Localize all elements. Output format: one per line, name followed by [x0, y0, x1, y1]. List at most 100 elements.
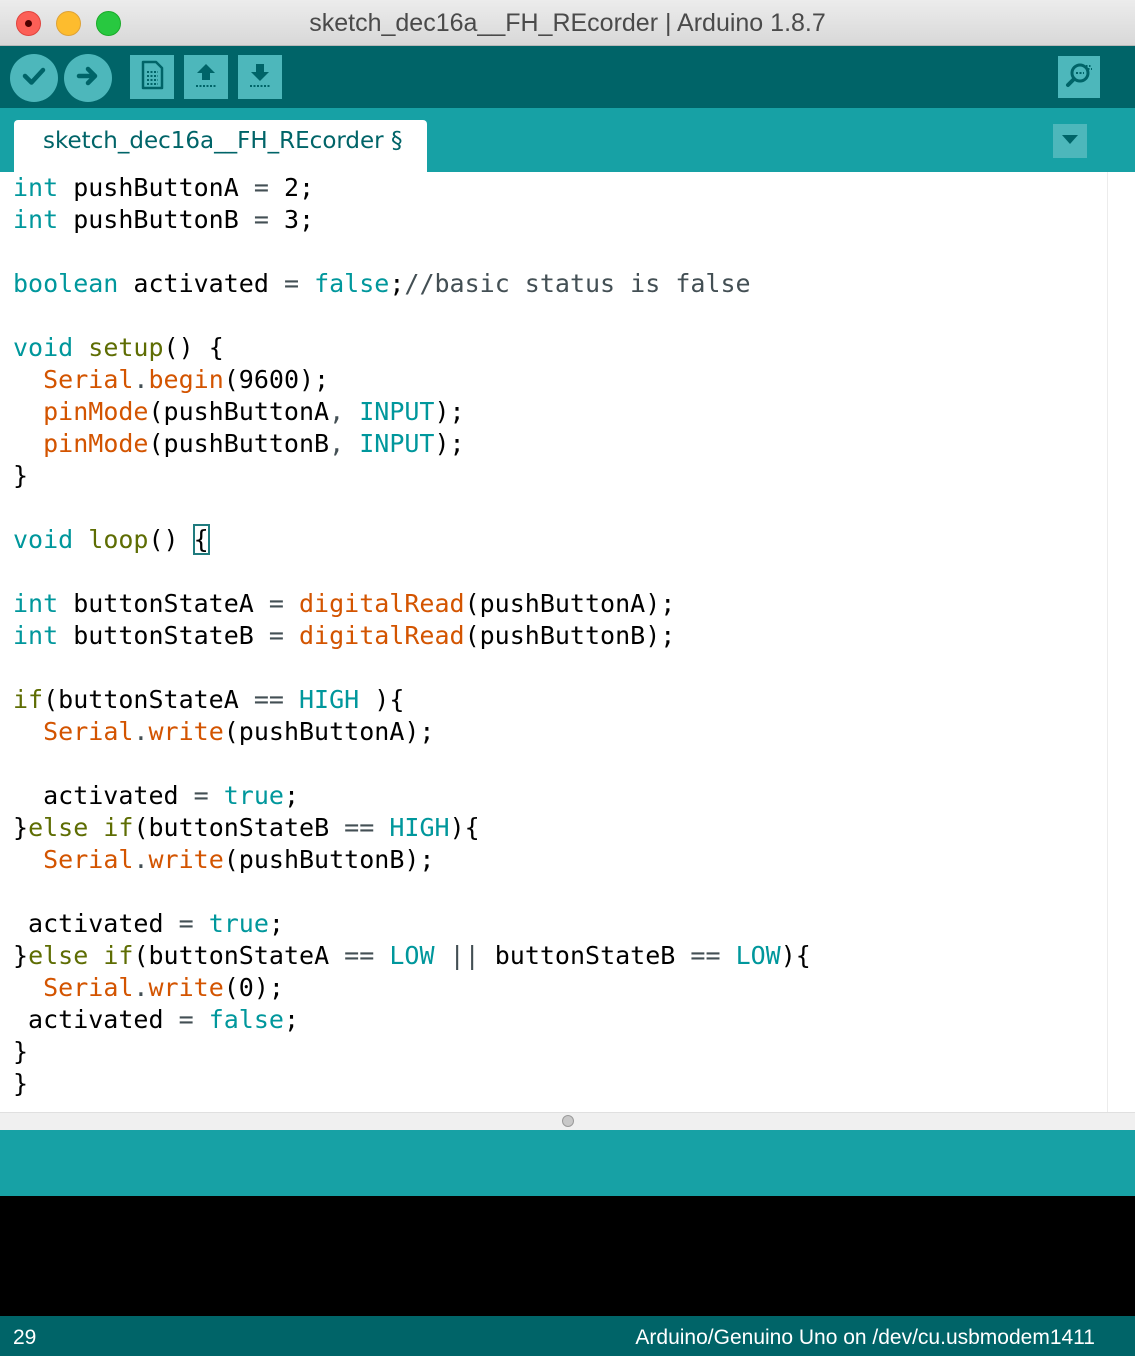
- code-line[interactable]: if(buttonStateA == HIGH ){: [13, 684, 811, 716]
- code-token-const: INPUT: [359, 429, 435, 458]
- code-token-default: [88, 813, 103, 842]
- code-line[interactable]: pinMode(pushButtonA, INPUT);: [13, 396, 811, 428]
- code-token-default: pushButtonA: [58, 173, 254, 202]
- code-token-bracket: {: [192, 524, 210, 555]
- code-token-default: [88, 941, 103, 970]
- code-token-lib: write: [148, 845, 224, 874]
- code-token-type: int: [13, 589, 59, 618]
- code-token-type: int: [13, 173, 59, 202]
- code-token-default: (pushButtonA: [148, 397, 330, 426]
- serial-monitor-button[interactable]: [1058, 56, 1100, 98]
- code-line[interactable]: Serial.write(pushButtonB);: [13, 844, 811, 876]
- code-token-default: }: [13, 813, 29, 842]
- code-token-default: );: [434, 397, 465, 426]
- new-file-icon: [139, 60, 165, 95]
- code-token-op: =: [193, 781, 209, 810]
- code-line[interactable]: activated = true;: [13, 908, 811, 940]
- code-line[interactable]: [13, 652, 811, 684]
- tab-bar: sketch_dec16a__FH_REcorder §: [0, 108, 1135, 172]
- code-token-default: [13, 397, 43, 426]
- code-line[interactable]: }: [13, 460, 811, 492]
- code-line[interactable]: void loop() {: [13, 524, 811, 556]
- code-token-default: (0);: [223, 973, 284, 1002]
- new-sketch-button[interactable]: [130, 55, 174, 99]
- code-line[interactable]: [13, 300, 811, 332]
- code-token-default: [194, 909, 209, 938]
- window-title: sketch_dec16a__FH_REcorder | Arduino 1.8…: [309, 9, 826, 37]
- verify-button[interactable]: [10, 54, 58, 102]
- code-line[interactable]: activated = false;: [13, 1004, 811, 1036]
- code-token-op: .: [133, 717, 149, 746]
- code-line[interactable]: [13, 492, 811, 524]
- code-line[interactable]: int pushButtonB = 3;: [13, 204, 811, 236]
- code-token-default: [435, 941, 450, 970]
- console-output[interactable]: [0, 1196, 1135, 1316]
- code-line[interactable]: pinMode(pushButtonB, INPUT);: [13, 428, 811, 460]
- code-line[interactable]: [13, 876, 811, 908]
- code-token-const: LOW: [735, 941, 781, 970]
- code-line[interactable]: }else if(buttonStateA == LOW || buttonSt…: [13, 940, 811, 972]
- code-token-op: ==: [253, 685, 284, 714]
- pane-divider[interactable]: [0, 1112, 1135, 1130]
- code-token-default: [13, 717, 43, 746]
- code-token-const: false: [208, 1005, 284, 1034]
- code-line[interactable]: boolean activated = false;//basic status…: [13, 268, 811, 300]
- code-token-default: ;: [283, 781, 300, 810]
- code-token-default: }: [13, 461, 29, 490]
- line-number: 29: [13, 1326, 37, 1349]
- code-token-type: int: [13, 621, 59, 650]
- code-line[interactable]: [13, 748, 811, 780]
- code-token-default: [13, 429, 43, 458]
- editor-scrollbar[interactable]: [1107, 172, 1135, 1112]
- board-port-info: Arduino/Genuino Uno on /dev/cu.usbmodem1…: [635, 1326, 1095, 1349]
- code-line[interactable]: void setup() {: [13, 332, 811, 364]
- code-line[interactable]: [13, 556, 811, 588]
- code-line[interactable]: }: [13, 1068, 811, 1100]
- code-token-default: [284, 685, 299, 714]
- code-line[interactable]: activated = true;: [13, 780, 811, 812]
- code-token-lib: pinMode: [43, 397, 149, 426]
- code-line[interactable]: Serial.begin(9600);: [13, 364, 811, 396]
- code-token-default: ){: [359, 685, 405, 714]
- code-line[interactable]: [13, 236, 811, 268]
- code-text[interactable]: int pushButtonA = 2; int pushButtonB = 3;…: [13, 172, 811, 1100]
- code-token-op: ==: [690, 941, 721, 970]
- code-token-lib: Serial: [43, 365, 134, 394]
- code-line[interactable]: Serial.write(pushButtonA);: [13, 716, 811, 748]
- divider-handle[interactable]: [562, 1115, 574, 1127]
- code-line[interactable]: }else if(buttonStateB == HIGH){: [13, 812, 811, 844]
- code-token-const: HIGH: [299, 685, 360, 714]
- code-editor[interactable]: int pushButtonA = 2; int pushButtonB = 3;…: [0, 172, 1135, 1112]
- code-line[interactable]: int buttonStateA = digitalRead(pushButto…: [13, 588, 811, 620]
- code-token-default: [374, 941, 389, 970]
- code-token-const: false: [314, 269, 390, 298]
- code-token-op: ==: [344, 941, 375, 970]
- code-line[interactable]: Serial.write(0);: [13, 972, 811, 1004]
- code-line[interactable]: }: [13, 1036, 811, 1068]
- code-line[interactable]: int pushButtonA = 2;: [13, 172, 811, 204]
- code-token-default: [13, 845, 43, 874]
- code-token-default: }: [13, 1069, 29, 1098]
- code-token-lib: digitalRead: [299, 589, 465, 618]
- code-token-func: if: [103, 813, 134, 842]
- code-token-default: [73, 333, 88, 362]
- code-token-default: );: [434, 429, 465, 458]
- code-token-default: 2;: [268, 173, 315, 202]
- code-token-default: ;: [268, 909, 284, 938]
- save-button[interactable]: [238, 55, 282, 99]
- code-token-lib: digitalRead: [299, 621, 465, 650]
- code-token-op: ,: [329, 429, 345, 458]
- tab-sketch[interactable]: sketch_dec16a__FH_REcorder §: [14, 120, 427, 172]
- code-token-default: [284, 621, 299, 650]
- code-token-default: [374, 813, 389, 842]
- code-token-default: ){: [780, 941, 811, 970]
- code-token-func: else: [28, 941, 89, 970]
- code-line[interactable]: int buttonStateB = digitalRead(pushButto…: [13, 620, 811, 652]
- tab-menu-button[interactable]: [1053, 124, 1087, 158]
- upload-button[interactable]: [64, 54, 112, 102]
- checkmark-icon: [20, 62, 48, 95]
- code-token-func: if: [13, 685, 44, 714]
- magnifier-icon: [1064, 60, 1094, 95]
- code-token-default: (pushButtonA);: [464, 589, 676, 618]
- open-button[interactable]: [184, 55, 228, 99]
